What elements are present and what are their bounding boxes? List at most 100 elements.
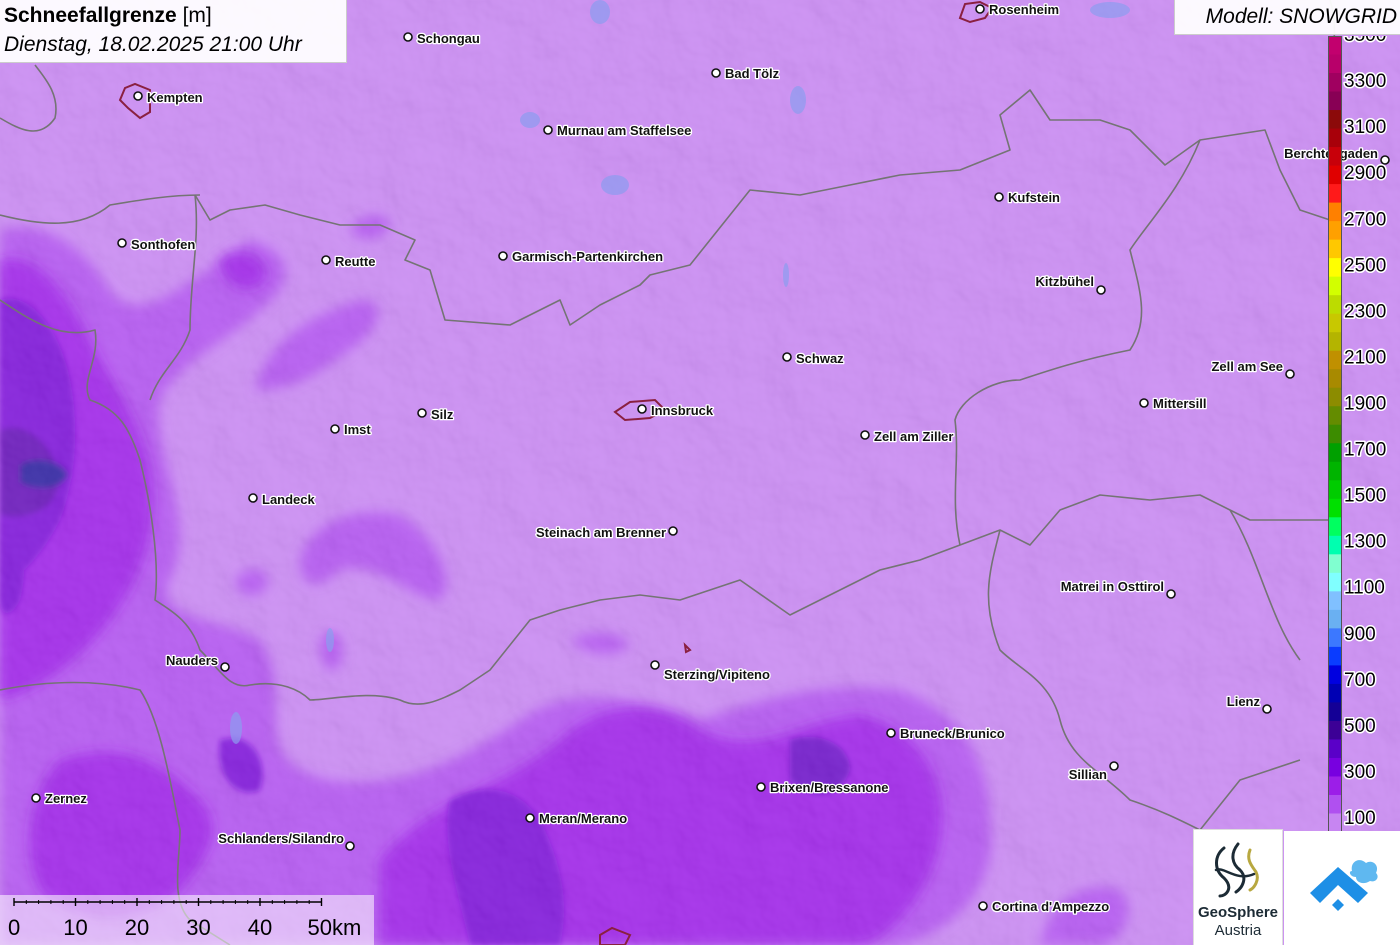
city-dot-icon — [345, 841, 355, 851]
city-dot-icon — [525, 813, 535, 823]
legend-swatch — [1328, 73, 1342, 93]
legend-label: 3300 — [1344, 71, 1386, 92]
legend-label: 2300 — [1344, 301, 1386, 322]
city-label: Reutte — [335, 254, 375, 269]
legend-swatch — [1328, 110, 1342, 130]
city-dot-icon — [220, 662, 230, 672]
legend-label: 1500 — [1344, 486, 1386, 507]
legend-label: 1900 — [1344, 393, 1386, 414]
city-label: Innsbruck — [651, 403, 714, 418]
city-dot-icon — [886, 728, 896, 738]
legend-swatch — [1328, 406, 1342, 426]
legend-label: 1300 — [1344, 532, 1386, 553]
legend-swatch — [1328, 239, 1342, 259]
scale-bar: 0 10 20 30 40 50km — [0, 895, 374, 945]
city-dot-icon — [1109, 761, 1119, 771]
legend-swatch — [1328, 184, 1342, 204]
city-dot-icon — [650, 660, 660, 670]
city-dot-icon — [1262, 704, 1272, 714]
city-marker[interactable]: Zell am Ziller — [860, 428, 955, 445]
legend-label: 3500 — [1344, 36, 1386, 46]
city-dot-icon — [1166, 589, 1176, 599]
city-label: Sillian — [1069, 767, 1107, 782]
legend-swatch — [1328, 498, 1342, 518]
city-marker[interactable]: Murnau am Staffelsee — [543, 122, 693, 139]
legend-swatch — [1328, 517, 1342, 537]
scale-label: 0 — [8, 915, 20, 940]
legend-swatch — [1328, 683, 1342, 704]
legend-swatch — [1328, 165, 1342, 185]
city-dot-icon — [403, 32, 413, 42]
city-label: Sterzing/Vipiteno — [664, 667, 770, 682]
city-label: Imst — [344, 422, 371, 437]
geosphere-logo[interactable]: GeoSphere Austria — [1193, 829, 1283, 945]
legend-swatch — [1328, 739, 1342, 759]
legend-swatch — [1328, 387, 1342, 407]
legend-swatch — [1328, 480, 1342, 500]
city-marker[interactable]: Garmisch-Partenkirchen — [498, 248, 664, 265]
legend-label: 500 — [1344, 716, 1376, 737]
city-label: Landeck — [262, 492, 316, 507]
scale-label: 10 — [63, 915, 87, 940]
legend-swatch — [1328, 295, 1342, 315]
legend-swatch — [1328, 202, 1342, 222]
color-legend: 3500 3300 3100 2900 2700 2500 2300 2100 1900 1700… — [1328, 36, 1388, 832]
legend-swatch — [1328, 461, 1342, 481]
city-dot-icon — [248, 493, 258, 503]
legend-swatch — [1328, 128, 1342, 148]
city-label: Bruneck/Brunico — [900, 726, 1005, 741]
legend-swatch — [1328, 443, 1342, 463]
legend-swatch — [1328, 147, 1342, 167]
legend-label: 2100 — [1344, 347, 1386, 368]
city-label: Kempten — [147, 90, 203, 105]
legend-label: 2900 — [1344, 163, 1386, 184]
legend-swatch — [1328, 535, 1342, 555]
snowline-map[interactable]: Rosenheim Schongau Bad Tölz Kempten Murnau a… — [0, 0, 1400, 945]
city-label: Zernez — [45, 791, 87, 806]
legend-swatch — [1328, 313, 1342, 333]
city-marker[interactable]: Bruneck/Brunico — [886, 725, 1006, 742]
title-panel: Schneefallgrenze [m] Dienstag, 18.02.202… — [0, 0, 347, 63]
legend-swatches — [1328, 36, 1342, 832]
city-marker[interactable]: Rosenheim — [975, 1, 1060, 18]
city-marker[interactable]: Brixen/Bressanone — [756, 779, 890, 796]
legend-swatch — [1328, 609, 1342, 629]
forecast-datetime: Dienstag, 18.02.2025 21:00 Uhr — [4, 33, 302, 56]
city-marker[interactable]: Cortina d'Ampezzo — [978, 898, 1111, 915]
model-label: Modell: SNOWGRID — [1205, 5, 1397, 28]
legend-swatch — [1328, 720, 1342, 741]
legend-label: 2700 — [1344, 209, 1386, 230]
map-viewer: Rosenheim Schongau Bad Tölz Kempten Murnau a… — [0, 0, 1400, 945]
legend-swatch — [1328, 628, 1342, 648]
city-label: Steinach am Brenner — [536, 525, 666, 540]
city-dot-icon — [1285, 369, 1295, 379]
city-dot-icon — [417, 408, 427, 418]
legend-label: 700 — [1344, 670, 1376, 691]
geosphere-logo-line2: Austria — [1214, 922, 1262, 939]
legend-label: 100 — [1344, 808, 1376, 829]
geosphere-logo-icon — [1214, 842, 1259, 898]
city-label: Zell am Ziller — [874, 429, 953, 444]
city-marker[interactable]: Steinach am Brenner — [535, 524, 678, 541]
city-dot-icon — [978, 901, 988, 911]
legend-swatch — [1328, 221, 1342, 241]
city-dot-icon — [711, 68, 721, 78]
city-dot-icon — [637, 404, 647, 414]
city-label: Zell am See — [1211, 359, 1283, 374]
city-label: Nauders — [166, 653, 218, 668]
legend-swatch — [1328, 665, 1342, 685]
legend-swatch — [1328, 332, 1342, 352]
city-dot-icon — [321, 255, 331, 265]
city-label: Brixen/Bressanone — [770, 780, 889, 795]
model-panel: Modell: SNOWGRID — [1174, 0, 1400, 35]
cloud-logo[interactable] — [1284, 831, 1400, 945]
geosphere-logo-line1: GeoSphere — [1197, 904, 1279, 921]
legend-swatch — [1328, 702, 1342, 722]
city-label: Lienz — [1227, 694, 1261, 709]
city-dot-icon — [1096, 285, 1106, 295]
title-unit: [m] — [182, 4, 212, 27]
city-dot-icon — [975, 4, 985, 14]
title-variable: Schneefallgrenze — [4, 4, 177, 27]
scale-label: 20 — [125, 915, 149, 940]
city-marker[interactable]: Meran/Merano — [525, 810, 628, 827]
